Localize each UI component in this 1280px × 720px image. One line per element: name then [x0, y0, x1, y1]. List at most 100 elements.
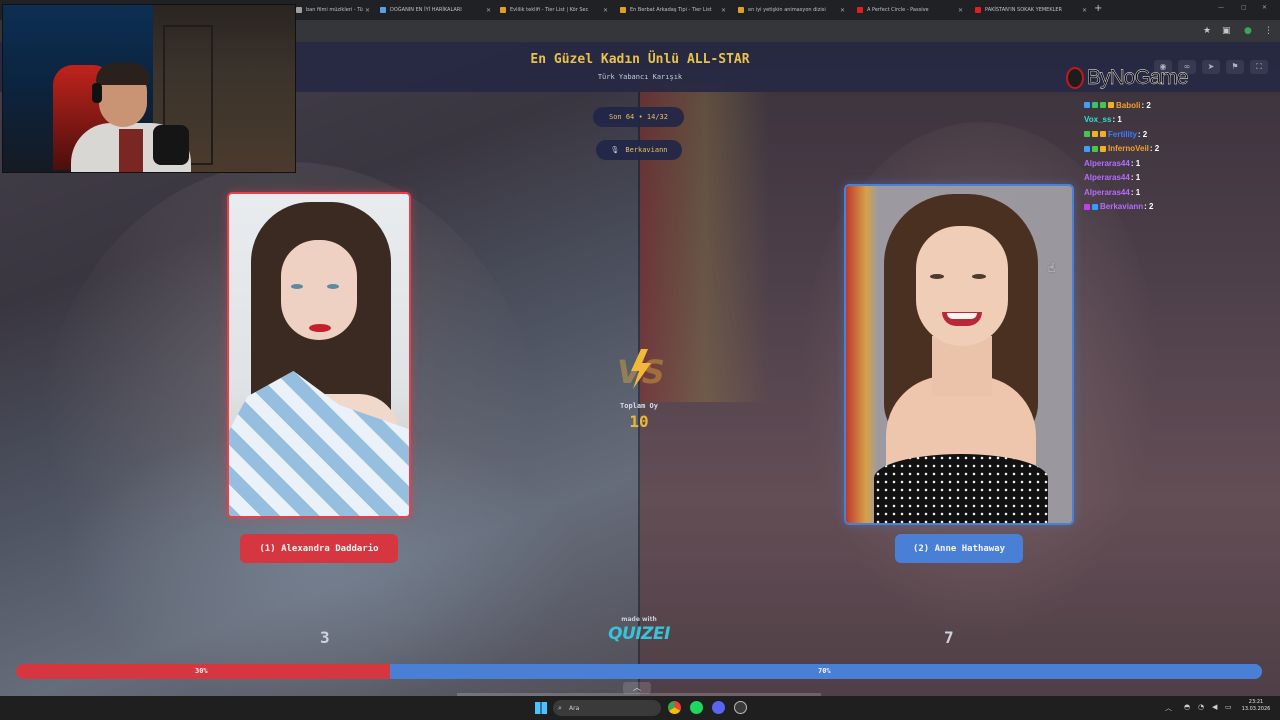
extension-icon[interactable]: ▣: [1222, 26, 1231, 36]
close-icon[interactable]: ✕: [721, 7, 726, 14]
chat-badge-icon: [1092, 102, 1098, 109]
chat-vote: : 1: [1130, 187, 1141, 197]
player-badge: 🎙 Berkaviann: [596, 140, 682, 160]
contestant-card-right[interactable]: [844, 184, 1074, 525]
headset-icon: [92, 83, 102, 103]
chat-username: InfernoVeil: [1108, 144, 1149, 154]
chat-vote: : 1: [1130, 173, 1141, 183]
close-icon[interactable]: ✕: [840, 7, 845, 14]
close-icon[interactable]: ✕: [365, 7, 370, 14]
webcam-person-shirt: [119, 129, 143, 172]
flag-icon[interactable]: ⚑: [1226, 60, 1244, 74]
percent-left: 30%: [195, 667, 208, 675]
center-divider: [638, 92, 640, 692]
round-badge: Son 64 • 14/32: [593, 107, 684, 127]
network-icon[interactable]: ◓: [1184, 703, 1190, 711]
contestant-card-left[interactable]: [227, 192, 411, 518]
bookmark-star-icon[interactable]: ★: [1203, 26, 1211, 36]
made-with-label: made with: [621, 616, 657, 623]
chat-vote: : 2: [1144, 202, 1154, 212]
volume-icon[interactable]: ◀: [1212, 703, 1217, 711]
chat-line: Vox_ss: 1: [1084, 113, 1264, 128]
search-icon: ⌕: [558, 703, 562, 712]
fullscreen-icon[interactable]: ⛶: [1250, 60, 1268, 74]
chat-line: InfernoVeil: 2: [1084, 142, 1264, 157]
chat-vote: : 1: [1130, 158, 1141, 168]
browser-tab[interactable]: En Berbat Arkadaş Tipi - Tier List ✕: [620, 2, 726, 18]
close-icon[interactable]: ✕: [1082, 7, 1087, 14]
portrait-eye: [291, 284, 303, 289]
discord-icon[interactable]: [712, 701, 725, 714]
profile-icon[interactable]: ●: [1244, 26, 1252, 36]
logo-bolt-icon: [1066, 67, 1084, 89]
chat-username: Alperaras44: [1084, 173, 1130, 183]
webcam-overlay: [2, 4, 296, 173]
close-icon[interactable]: ✕: [603, 7, 608, 14]
tab-title: DOĞANIN EN İYİ HARİKALARI: [390, 7, 462, 13]
taskbar-clock[interactable]: 23:21 13.03.2026: [1236, 699, 1276, 713]
taskbar-search[interactable]: ⌕ Ara: [553, 700, 661, 716]
chat-username: Baboli: [1116, 100, 1141, 110]
tab-title: ban filmi müzikleri - Tü: [306, 7, 363, 13]
chat-overlay: Baboli: 2 Vox_ss: 1 Fertility: 2 InfernoVei…: [1084, 98, 1264, 214]
close-window-icon[interactable]: ✕: [1262, 4, 1267, 11]
chat-username: Berkaviann: [1100, 202, 1144, 212]
portrait-lips: [309, 324, 331, 332]
tab-favicon: [975, 7, 981, 13]
chrome-icon[interactable]: [668, 701, 681, 714]
portrait-face: [916, 226, 1008, 346]
spotify-icon[interactable]: [690, 701, 703, 714]
obs-icon[interactable]: [734, 701, 747, 714]
tab-favicon: [296, 7, 302, 13]
maximize-icon[interactable]: ▢: [1241, 4, 1247, 11]
tray-chevron-icon[interactable]: ︿: [1165, 703, 1172, 713]
quizei-logo[interactable]: QUIZEI: [604, 624, 674, 644]
close-icon[interactable]: ✕: [958, 7, 963, 14]
chat-vote: : 2: [1141, 100, 1151, 110]
browser-tab[interactable]: en iyi yetişkin animasyon dizisi ✕: [738, 2, 845, 18]
vote-button-right[interactable]: (2) Anne Hathaway: [895, 534, 1023, 563]
browser-tab[interactable]: DOĞANIN EN İYİ HARİKALARI ✕: [380, 2, 491, 18]
tab-title: En Berbat Arkadaş Tipi - Tier List: [630, 7, 712, 13]
webcam-microphone: [153, 125, 189, 165]
search-placeholder: Ara: [569, 704, 580, 712]
browser-tab[interactable]: PAKİSTAN'IN SOKAK YEMEKLER ✕: [975, 2, 1087, 18]
chat-vote: : 2: [1137, 129, 1148, 139]
browser-tab[interactable]: Evlilik teklifi - Tier List | Kör Sec ✕: [500, 2, 608, 18]
chat-username: Fertility: [1108, 129, 1137, 139]
windows-start-icon[interactable]: [535, 702, 547, 714]
percent-right: 70%: [818, 667, 831, 675]
chat-badge-icon: [1100, 145, 1106, 152]
portrait-dress: [874, 454, 1048, 523]
wifi-icon[interactable]: ◔: [1198, 703, 1204, 711]
microphone-icon: 🎙: [610, 146, 620, 154]
tab-favicon: [380, 7, 386, 13]
chat-line: Berkaviann: 2: [1084, 200, 1264, 215]
browser-tab[interactable]: ban filmi müzikleri - Tü ✕: [296, 2, 370, 18]
minimize-icon[interactable]: —: [1218, 4, 1224, 11]
portrait-eye: [930, 274, 944, 279]
chat-vote: : 2: [1149, 144, 1160, 154]
chat-badge-icon: [1100, 131, 1106, 138]
share-icon[interactable]: ➤: [1202, 60, 1220, 74]
battery-icon[interactable]: ▭: [1225, 703, 1232, 711]
clock-time: 23:21: [1248, 699, 1264, 705]
chat-line: Fertility: 2: [1084, 127, 1264, 142]
browser-tab[interactable]: A Perfect Circle - Passive ✕: [857, 2, 963, 18]
total-votes-label: Toplam Oy: [620, 402, 658, 410]
portrait-eye: [972, 274, 986, 279]
chat-line: Baboli: 2: [1084, 98, 1264, 113]
tab-favicon: [500, 7, 506, 13]
portrait-teeth: [947, 313, 977, 319]
tab-favicon: [857, 7, 863, 13]
chat-line: Alperaras44: 1: [1084, 185, 1264, 200]
chat-badge-icon: [1084, 203, 1090, 210]
menu-icon[interactable]: ⋮: [1264, 26, 1273, 36]
new-tab-button[interactable]: +: [1094, 3, 1102, 14]
tab-title: A Perfect Circle - Passive: [867, 7, 929, 13]
close-icon[interactable]: ✕: [486, 7, 491, 14]
tab-title: en iyi yetişkin animasyon dizisi: [748, 7, 826, 13]
vote-button-left[interactable]: (1) Alexandra Daddario: [240, 534, 398, 563]
chevron-up-icon[interactable]: ︿: [623, 682, 651, 694]
vote-count-left: 3: [320, 628, 330, 647]
